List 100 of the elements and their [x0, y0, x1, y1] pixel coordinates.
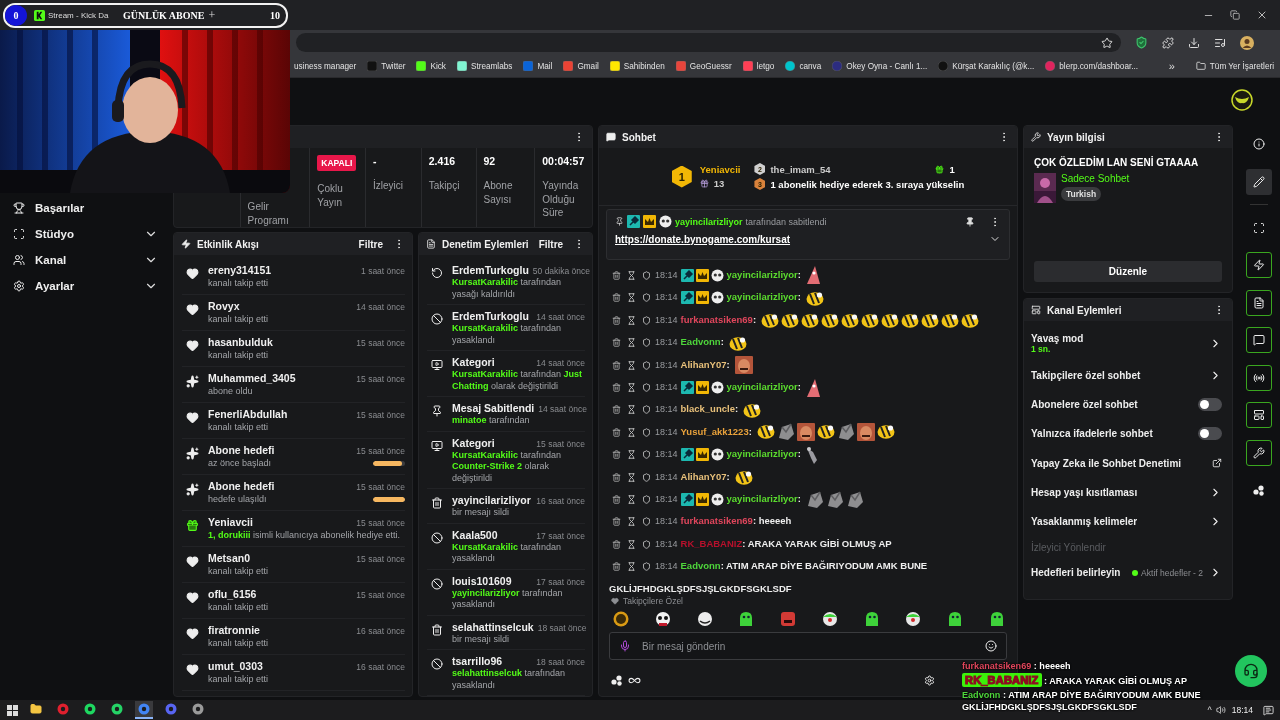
sidebar-item[interactable]: Ayarlar [0, 273, 170, 299]
bookmark-link[interactable]: Gmail [563, 61, 599, 71]
avatar[interactable] [1240, 35, 1254, 50]
filter-button[interactable]: Filtre [354, 236, 387, 252]
all-bookmarks-link[interactable]: Tüm Yer İşaretleri [1195, 61, 1274, 71]
shield-icon[interactable] [642, 383, 651, 392]
sidebar-item[interactable]: Kanal [0, 247, 170, 273]
ghost-emote-icon [696, 611, 713, 627]
shield-icon[interactable] [642, 360, 651, 370]
rail-button[interactable] [1246, 289, 1272, 316]
hourglass-icon[interactable] [627, 562, 636, 572]
bookmark-link[interactable]: canva [785, 61, 822, 71]
trash-icon[interactable] [612, 338, 621, 348]
shield-icon[interactable] [642, 405, 651, 415]
shield-icon[interactable] [642, 562, 651, 572]
trash-icon[interactable] [612, 562, 621, 572]
bookmark-link[interactable]: usiness manager [294, 61, 357, 71]
trash-icon[interactable] [612, 315, 621, 325]
hourglass-icon[interactable] [627, 338, 636, 348]
trash-icon[interactable] [612, 517, 621, 527]
bookmark-link[interactable]: Sahibinden [609, 61, 665, 71]
timestamp: 18 saat önce [536, 657, 585, 667]
close-icon[interactable] [1256, 9, 1268, 21]
hourglass-icon[interactable] [627, 360, 636, 370]
notification-icon[interactable] [1263, 704, 1274, 716]
bookmark-link[interactable]: GeoGuessr [675, 61, 732, 71]
hourglass-icon[interactable] [627, 405, 636, 415]
sidebar-item[interactable]: Başarılar [0, 195, 170, 221]
hourglass-icon[interactable] [627, 517, 636, 527]
more-bookmarks-button[interactable]: » [1168, 60, 1175, 72]
trash-icon[interactable] [612, 539, 621, 549]
bookmark-link[interactable]: Mail [523, 61, 553, 71]
category-link[interactable]: Sadece Sohbet [1061, 173, 1130, 184]
bookmark-link[interactable]: Kick [416, 61, 446, 71]
trash-icon[interactable] [612, 293, 621, 303]
filter-button[interactable]: Filtre [534, 236, 568, 252]
bookmark-link[interactable]: Streamlabs [456, 61, 513, 71]
trash-icon[interactable] [612, 360, 621, 370]
mask-logo-icon[interactable] [1231, 89, 1253, 111]
trash-icon[interactable] [612, 271, 621, 280]
trash-icon[interactable] [612, 405, 621, 415]
emoji-icon[interactable] [985, 640, 997, 652]
sidebar-item[interactable]: Stüdyo [0, 221, 170, 247]
support-button[interactable] [1235, 655, 1267, 687]
bookmark-link[interactable]: letgo [742, 61, 775, 71]
shield-icon[interactable] [642, 450, 651, 460]
hourglass-icon[interactable] [627, 293, 636, 303]
bookmark-link[interactable]: Twitter [367, 61, 406, 71]
taskbar-app[interactable] [135, 701, 153, 719]
shield-icon[interactable] [642, 472, 651, 482]
hourglass-icon[interactable] [627, 450, 636, 460]
mic-icon[interactable] [619, 640, 631, 652]
bookmark-link[interactable]: Okey Oyna - Canlı 1... [832, 61, 928, 71]
bookmark-link[interactable]: Kürşat Karakılıç (@k... [938, 61, 1035, 71]
hourglass-icon[interactable] [627, 472, 636, 482]
unpin-icon[interactable] [965, 216, 975, 227]
rail-button[interactable] [1246, 327, 1272, 353]
shield-icon[interactable] [1135, 36, 1148, 49]
toggle-switch[interactable] [1198, 427, 1222, 441]
restore-icon[interactable] [1230, 10, 1240, 20]
trash-icon[interactable] [612, 383, 621, 392]
media-list-icon[interactable] [1214, 36, 1226, 49]
shield-icon[interactable] [642, 495, 651, 505]
rail-button[interactable] [1246, 168, 1272, 195]
trash-icon[interactable] [612, 495, 621, 505]
star-icon[interactable] [1101, 36, 1113, 49]
toggle-switch[interactable] [1198, 398, 1222, 412]
tray-caret[interactable]: ^ [1207, 705, 1212, 715]
edit-button[interactable]: Düzenle [1034, 261, 1222, 282]
trash-icon[interactable] [612, 472, 621, 482]
windows-start-icon[interactable] [7, 704, 18, 716]
shield-icon[interactable] [642, 427, 651, 437]
shield-icon[interactable] [642, 293, 651, 303]
hourglass-icon[interactable] [627, 271, 636, 280]
tab-title[interactable]: Stream - Kick Da [48, 10, 109, 20]
hourglass-icon[interactable] [627, 495, 636, 505]
shield-icon[interactable] [642, 271, 651, 280]
dots-icon[interactable] [611, 674, 624, 686]
bookmark-link[interactable]: blerp.com/dashboar... [1045, 61, 1139, 71]
puzzle-icon[interactable] [1162, 36, 1174, 49]
hourglass-icon[interactable] [627, 315, 636, 325]
donate-link[interactable]: https://donate.bynogame.com/kursat [615, 233, 791, 245]
volume-icon[interactable] [1215, 705, 1226, 715]
hourglass-icon[interactable] [627, 539, 636, 549]
download-icon[interactable] [1188, 36, 1200, 49]
trash-icon[interactable] [612, 427, 621, 437]
shield-icon[interactable] [642, 315, 651, 325]
message-input[interactable]: Bir mesaj gönderin [609, 632, 1007, 660]
shield-icon[interactable] [642, 517, 651, 527]
rail-button[interactable] [1246, 439, 1272, 466]
rail-button[interactable] [1246, 364, 1272, 391]
hourglass-icon[interactable] [627, 427, 636, 437]
rail-button[interactable] [1246, 402, 1272, 428]
hourglass-icon[interactable] [627, 383, 636, 392]
settings-icon[interactable] [924, 674, 935, 686]
external-link-icon[interactable] [1212, 458, 1222, 469]
trash-icon[interactable] [612, 450, 621, 460]
shield-icon[interactable] [642, 338, 651, 348]
rail-button[interactable] [1246, 252, 1272, 278]
shield-icon[interactable] [642, 539, 651, 549]
